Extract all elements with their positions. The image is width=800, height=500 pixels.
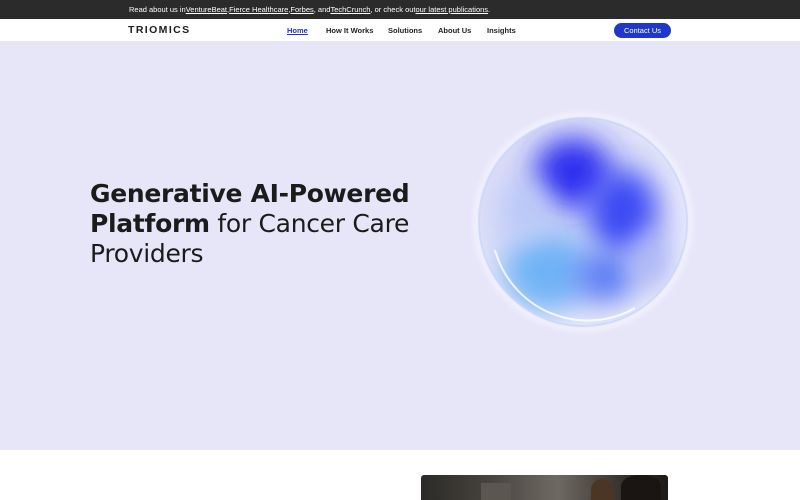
lower-section xyxy=(0,450,800,500)
hero-title: Generative AI-Powered Platform for Cance… xyxy=(90,179,410,269)
forbes-link[interactable]: Forbes xyxy=(290,5,313,14)
photo-figure xyxy=(621,475,661,500)
nav-links: Home How It Works Solutions About Us Ins… xyxy=(0,26,800,38)
techcrunch-link[interactable]: TechCrunch xyxy=(330,5,370,14)
fierce-healthcare-link[interactable]: Fierce Healthcare xyxy=(229,5,288,14)
announcement-middle: , or check out xyxy=(370,5,416,14)
main-nav: TRIOMICS Home How It Works Solutions Abo… xyxy=(0,19,800,42)
venturebeat-link[interactable]: VentureBeat xyxy=(186,5,227,14)
announcement-suffix: . xyxy=(488,5,491,14)
nav-item-solutions[interactable]: Solutions xyxy=(388,26,422,35)
publications-link[interactable]: our latest publications xyxy=(416,5,489,14)
photo-figure xyxy=(591,479,613,500)
announcement-prefix: Read about us in xyxy=(129,5,186,14)
nav-item-home[interactable]: Home xyxy=(287,26,308,35)
separator: , and xyxy=(313,5,331,14)
nav-item-insights[interactable]: Insights xyxy=(487,26,516,35)
photo-figure xyxy=(481,483,511,500)
hero-section: Generative AI-Powered Platform for Cance… xyxy=(0,42,800,450)
nav-item-about-us[interactable]: About Us xyxy=(438,26,471,35)
team-photo xyxy=(421,475,668,500)
nav-item-how-it-works[interactable]: How It Works xyxy=(326,26,373,35)
contact-us-button[interactable]: Contact Us xyxy=(614,23,671,38)
announcement-bar: Read about us in VentureBeat , Fierce He… xyxy=(0,0,800,19)
gradient-sphere-illustration xyxy=(455,100,713,346)
